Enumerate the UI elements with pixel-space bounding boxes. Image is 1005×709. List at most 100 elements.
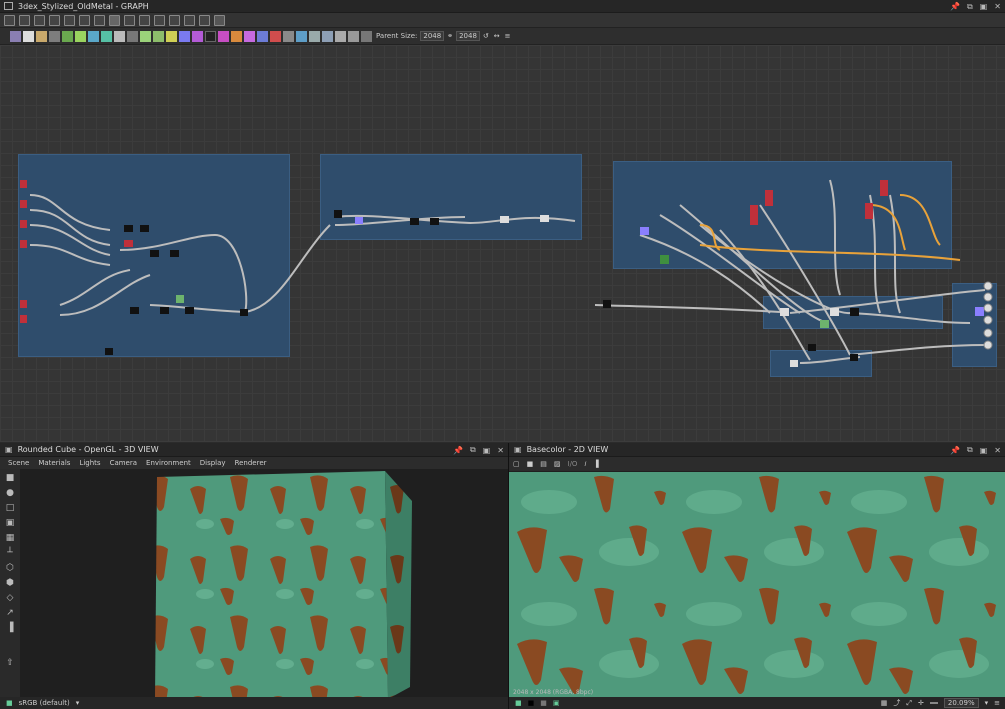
axis-icon[interactable]: ┴ <box>5 548 16 559</box>
text-node-icon[interactable] <box>244 30 255 42</box>
compare-icon[interactable]: ▨ <box>554 460 561 468</box>
save-icon[interactable]: ■ <box>527 460 534 468</box>
stats-icon[interactable]: ▐ <box>5 623 16 634</box>
warp-node-icon[interactable] <box>101 30 112 42</box>
pin-icon[interactable]: 📌 <box>950 2 960 11</box>
graph-canvas[interactable] <box>0 45 1005 442</box>
move-icon[interactable] <box>19 14 30 26</box>
transform-node-icon[interactable] <box>88 30 99 42</box>
gizmo-icon[interactable]: ↗ <box>5 608 16 619</box>
black-swatch-icon[interactable]: ■ <box>528 699 535 707</box>
chevron-down-icon[interactable]: ▾ <box>76 699 80 707</box>
histogram-icon[interactable]: ▐ <box>593 460 598 468</box>
mask-node-icon[interactable] <box>166 30 177 42</box>
fit-icon[interactable]: ▢ <box>513 460 520 468</box>
colorspace-select[interactable]: sRGB (default) <box>19 699 70 707</box>
reset-icon[interactable]: ↺ <box>481 32 491 40</box>
hierarchy-icon[interactable]: ≡ <box>503 32 513 40</box>
layers-icon[interactable]: ■ <box>515 699 522 707</box>
curve-node-icon[interactable] <box>62 30 73 42</box>
maximize-icon[interactable]: ▣ <box>483 446 491 455</box>
gray-swatch-icon[interactable]: ■ <box>540 699 547 707</box>
pin-mode-icon[interactable]: ↔ <box>492 32 502 40</box>
connect-icon[interactable] <box>139 14 150 26</box>
light-icon[interactable]: ● <box>5 488 16 499</box>
environment-icon[interactable]: □ <box>5 503 16 514</box>
output-node-icon[interactable] <box>283 30 294 42</box>
function-node-icon[interactable] <box>192 30 203 42</box>
levels-node-icon[interactable] <box>49 30 60 42</box>
gradient-node-icon[interactable] <box>75 30 86 42</box>
transform-icon[interactable]: ⤴ <box>893 698 900 708</box>
zoom-slider[interactable] <box>929 702 938 704</box>
grid-icon[interactable] <box>109 14 120 26</box>
search-icon[interactable] <box>64 14 75 26</box>
pattern-node-icon[interactable] <box>127 30 138 42</box>
info-icon[interactable] <box>49 14 60 26</box>
screenshot-icon[interactable]: ▣ <box>5 518 16 529</box>
refresh-icon[interactable] <box>154 14 165 26</box>
normal-node-icon[interactable] <box>179 30 190 42</box>
plane-icon[interactable]: ◇ <box>5 593 16 604</box>
close-icon[interactable]: ✕ <box>994 446 1001 455</box>
tile-node-icon[interactable] <box>140 30 151 42</box>
link-icon[interactable] <box>79 14 90 26</box>
frame-node-icon[interactable] <box>257 30 268 42</box>
cube-icon[interactable]: ⬡ <box>5 563 16 574</box>
filter-node-icon[interactable] <box>153 30 164 42</box>
menu-materials[interactable]: Materials <box>38 459 70 467</box>
pin-icon[interactable]: 📌 <box>453 446 463 455</box>
chevron-down-icon[interactable]: ▾ <box>985 699 989 707</box>
snap-grid-icon[interactable] <box>214 14 225 26</box>
uniform-color-icon[interactable] <box>23 30 34 42</box>
publish-icon[interactable] <box>199 14 210 26</box>
export-icon[interactable]: ⇧ <box>5 658 16 669</box>
zoom-icon[interactable]: ✛ <box>918 699 924 707</box>
export-icon[interactable] <box>184 14 195 26</box>
pin-icon[interactable]: 📌 <box>950 446 960 455</box>
restore-icon[interactable]: ⧉ <box>470 445 476 455</box>
dot-node-icon[interactable] <box>309 30 320 42</box>
fit-icon[interactable]: ⤢ <box>906 699 912 708</box>
menu-environment[interactable]: Environment <box>146 459 191 467</box>
pin-node-icon[interactable] <box>322 30 333 42</box>
zoom-value[interactable]: 20.09% <box>943 698 979 708</box>
mesh-icon[interactable]: ⬢ <box>5 578 16 589</box>
input-node-icon[interactable] <box>296 30 307 42</box>
tools-icon[interactable] <box>169 14 180 26</box>
menu-camera[interactable]: Camera <box>110 459 137 467</box>
menu-display[interactable]: Display <box>200 459 226 467</box>
restore-icon[interactable]: ⧉ <box>967 445 973 455</box>
restore-icon[interactable]: ⧉ <box>967 2 973 12</box>
comment-icon[interactable] <box>335 30 346 42</box>
bitmap-node-icon[interactable] <box>10 30 21 42</box>
close-icon[interactable]: ✕ <box>497 446 504 455</box>
menu-renderer[interactable]: Renderer <box>235 459 267 467</box>
grid-icon[interactable]: ▦ <box>881 699 888 707</box>
layout-icon[interactable]: ▦ <box>5 533 16 544</box>
2d-texture-view[interactable] <box>509 472 1005 697</box>
lock-icon[interactable]: ⚭ <box>445 32 455 40</box>
maximize-icon[interactable]: ▣ <box>980 446 988 455</box>
channels-icon[interactable]: ▣ <box>553 699 560 707</box>
settings-icon[interactable]: ≡ <box>994 699 1000 707</box>
output-size-select[interactable]: 2048 <box>456 31 480 41</box>
menu-scene[interactable]: Scene <box>8 459 29 467</box>
compute-icon[interactable] <box>361 30 372 42</box>
channel-select[interactable]: I/O <box>568 460 578 468</box>
camera-icon[interactable] <box>34 14 45 26</box>
3d-viewport[interactable] <box>20 469 508 697</box>
layout-icon[interactable] <box>94 14 105 26</box>
camera-icon[interactable]: ■ <box>5 473 16 484</box>
fx-map-icon[interactable] <box>205 30 216 42</box>
align-icon[interactable] <box>124 14 135 26</box>
pixel-processor-icon[interactable] <box>218 30 229 42</box>
navigation-icon[interactable] <box>348 30 359 42</box>
maximize-icon[interactable]: ▣ <box>980 2 988 11</box>
copy-icon[interactable]: ▤ <box>540 460 547 468</box>
menu-lights[interactable]: Lights <box>79 459 100 467</box>
blend-node-icon[interactable] <box>36 30 47 42</box>
histogram-node-icon[interactable] <box>231 30 242 42</box>
frame-all-icon[interactable] <box>4 14 15 26</box>
info-icon[interactable]: 𝑖 <box>584 460 586 469</box>
